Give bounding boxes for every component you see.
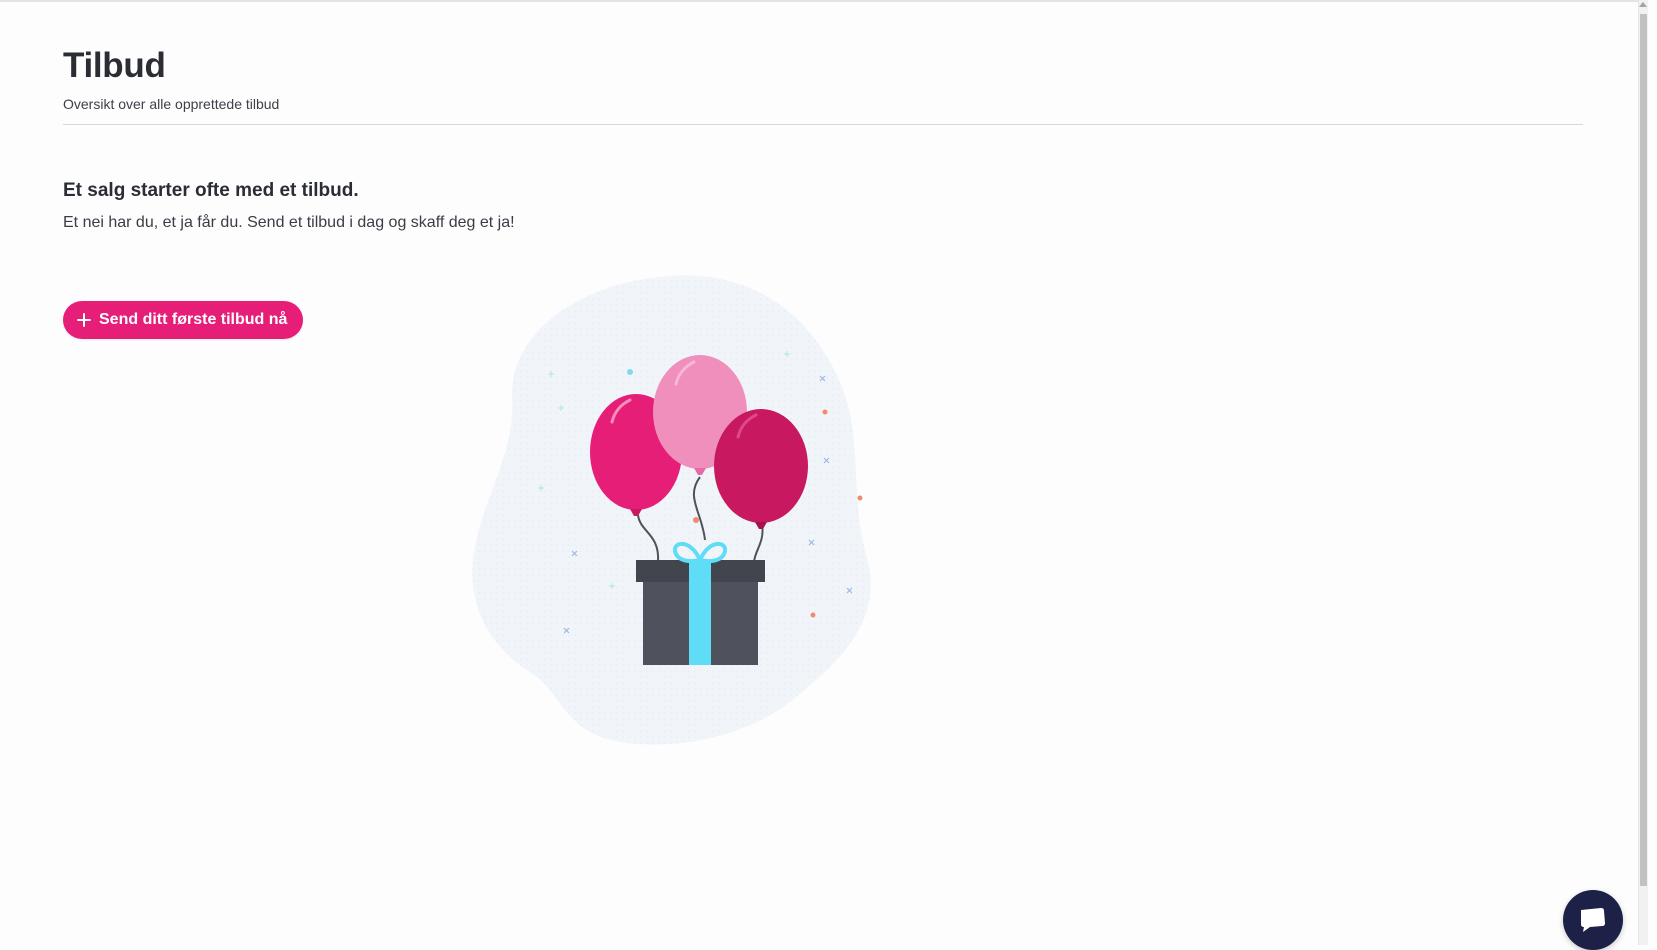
chat-button[interactable] <box>1563 890 1623 950</box>
empty-state-heading: Et salg starter ofte med et tilbud. <box>63 180 359 201</box>
plus-icon <box>77 313 91 327</box>
send-first-offer-button-label: Send ditt første tilbud nå <box>99 311 288 328</box>
page-subtitle: Oversikt over alle opprettede tilbud <box>63 96 280 112</box>
top-border <box>0 0 1648 2</box>
illustration-svg <box>472 275 871 745</box>
page: Tilbud Oversikt over alle opprettede til… <box>0 0 1648 950</box>
scrollbar-thumb[interactable] <box>1640 14 1647 886</box>
vertical-scrollbar[interactable] <box>1638 0 1648 945</box>
send-first-offer-button[interactable]: Send ditt første tilbud nå <box>63 301 304 339</box>
chat-bubble-icon <box>1581 908 1605 932</box>
page-title: Tilbud <box>63 46 166 85</box>
page-header: Tilbud Oversikt over alle opprettede til… <box>63 44 1583 125</box>
empty-state-text: Et nei har du, et ja får du. Send et til… <box>63 214 515 231</box>
gift-box <box>636 541 765 665</box>
scroll-up-arrow-icon[interactable] <box>1639 2 1647 7</box>
balloons-gift-illustration <box>470 272 920 752</box>
